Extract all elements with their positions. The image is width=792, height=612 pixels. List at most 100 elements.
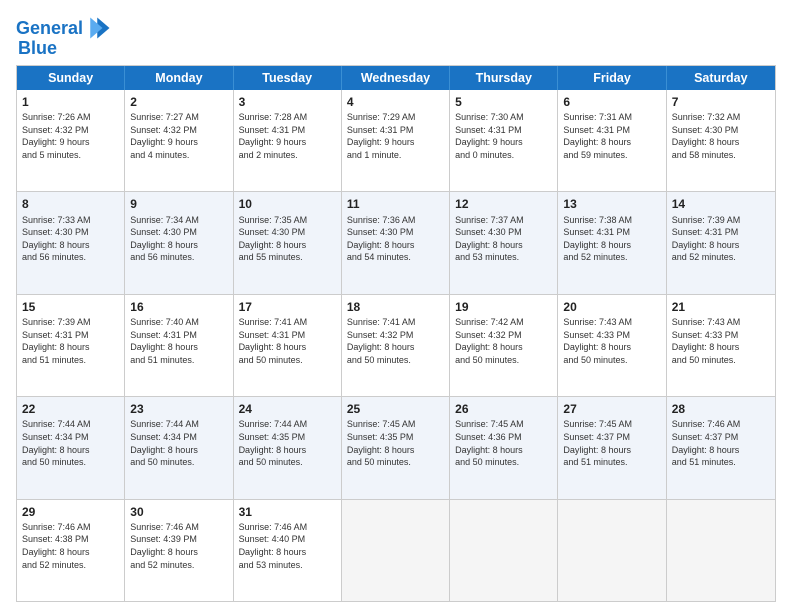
day-number: 20 [563,299,660,315]
calendar-row-2: 8 Sunrise: 7:33 AMSunset: 4:30 PMDaylight… [17,192,775,294]
cell-info: Sunrise: 7:46 AMSunset: 4:40 PMDaylight:… [239,521,336,571]
header-day-wednesday: Wednesday [342,66,450,90]
day-number: 27 [563,401,660,417]
day-number: 17 [239,299,336,315]
day-number: 13 [563,196,660,212]
calendar-cell: 9 Sunrise: 7:34 AMSunset: 4:30 PMDaylight… [125,192,233,293]
calendar-cell [667,500,775,601]
calendar-cell: 30Sunrise: 7:46 AMSunset: 4:39 PMDayligh… [125,500,233,601]
cell-info: Sunrise: 7:40 AMSunset: 4:31 PMDaylight:… [130,316,227,366]
header-day-thursday: Thursday [450,66,558,90]
calendar-cell: 21Sunrise: 7:43 AMSunset: 4:33 PMDayligh… [667,295,775,396]
day-number: 1 [22,94,119,110]
day-number: 3 [239,94,336,110]
calendar-cell: 18Sunrise: 7:41 AMSunset: 4:32 PMDayligh… [342,295,450,396]
cell-info: Sunrise: 7:37 AMSunset: 4:30 PMDaylight:… [455,214,552,264]
calendar-cell: 12 Sunrise: 7:37 AMSunset: 4:30 PMDayligh… [450,192,558,293]
cell-info: Sunrise: 7:33 AMSunset: 4:30 PMDaylight:… [22,214,119,264]
cell-info: Sunrise: 7:38 AMSunset: 4:31 PMDaylight:… [563,214,660,264]
day-number: 31 [239,504,336,520]
day-number: 21 [672,299,770,315]
calendar-cell: 2Sunrise: 7:27 AMSunset: 4:32 PMDaylight… [125,90,233,191]
cell-info: Sunrise: 7:35 AMSunset: 4:30 PMDaylight:… [239,214,336,264]
day-number: 24 [239,401,336,417]
calendar-row-5: 29Sunrise: 7:46 AMSunset: 4:38 PMDayligh… [17,500,775,601]
calendar-cell: 31Sunrise: 7:46 AMSunset: 4:40 PMDayligh… [234,500,342,601]
calendar-body: 1Sunrise: 7:26 AMSunset: 4:32 PMDaylight… [17,90,775,601]
calendar-cell: 15Sunrise: 7:39 AMSunset: 4:31 PMDayligh… [17,295,125,396]
calendar: SundayMondayTuesdayWednesdayThursdayFrid… [16,65,776,602]
cell-info: Sunrise: 7:39 AMSunset: 4:31 PMDaylight:… [22,316,119,366]
cell-info: Sunrise: 7:39 AMSunset: 4:31 PMDaylight:… [672,214,770,264]
header-day-monday: Monday [125,66,233,90]
day-number: 12 [455,196,552,212]
cell-info: Sunrise: 7:30 AMSunset: 4:31 PMDaylight:… [455,111,552,161]
day-number: 4 [347,94,444,110]
cell-info: Sunrise: 7:36 AMSunset: 4:30 PMDaylight:… [347,214,444,264]
calendar-cell: 19Sunrise: 7:42 AMSunset: 4:32 PMDayligh… [450,295,558,396]
cell-info: Sunrise: 7:31 AMSunset: 4:31 PMDaylight:… [563,111,660,161]
calendar-cell: 29Sunrise: 7:46 AMSunset: 4:38 PMDayligh… [17,500,125,601]
cell-info: Sunrise: 7:43 AMSunset: 4:33 PMDaylight:… [672,316,770,366]
calendar-cell: 4Sunrise: 7:29 AMSunset: 4:31 PMDaylight… [342,90,450,191]
calendar-cell: 20Sunrise: 7:43 AMSunset: 4:33 PMDayligh… [558,295,666,396]
logo: General Blue [16,16,113,59]
day-number: 28 [672,401,770,417]
calendar-cell: 25Sunrise: 7:45 AMSunset: 4:35 PMDayligh… [342,397,450,498]
day-number: 2 [130,94,227,110]
day-number: 26 [455,401,552,417]
header-day-sunday: Sunday [17,66,125,90]
calendar-cell: 10 Sunrise: 7:35 AMSunset: 4:30 PMDayligh… [234,192,342,293]
calendar-cell [558,500,666,601]
cell-info: Sunrise: 7:44 AMSunset: 4:34 PMDaylight:… [130,418,227,468]
cell-info: Sunrise: 7:29 AMSunset: 4:31 PMDaylight:… [347,111,444,161]
calendar-cell: 17Sunrise: 7:41 AMSunset: 4:31 PMDayligh… [234,295,342,396]
calendar-row-4: 22Sunrise: 7:44 AMSunset: 4:34 PMDayligh… [17,397,775,499]
calendar-header: SundayMondayTuesdayWednesdayThursdayFrid… [17,66,775,90]
calendar-cell: 11Sunrise: 7:36 AMSunset: 4:30 PMDayligh… [342,192,450,293]
cell-info: Sunrise: 7:45 AMSunset: 4:37 PMDaylight:… [563,418,660,468]
calendar-cell: 6Sunrise: 7:31 AMSunset: 4:31 PMDaylight… [558,90,666,191]
logo-text: General [16,19,83,39]
cell-info: Sunrise: 7:41 AMSunset: 4:32 PMDaylight:… [347,316,444,366]
header-day-tuesday: Tuesday [234,66,342,90]
day-number: 9 [130,196,227,212]
header-day-friday: Friday [558,66,666,90]
cell-info: Sunrise: 7:43 AMSunset: 4:33 PMDaylight:… [563,316,660,366]
calendar-cell: 3Sunrise: 7:28 AMSunset: 4:31 PMDaylight… [234,90,342,191]
cell-info: Sunrise: 7:26 AMSunset: 4:32 PMDaylight:… [22,111,119,161]
cell-info: Sunrise: 7:46 AMSunset: 4:37 PMDaylight:… [672,418,770,468]
day-number: 8 [22,196,119,212]
calendar-cell: 22Sunrise: 7:44 AMSunset: 4:34 PMDayligh… [17,397,125,498]
calendar-cell: 16Sunrise: 7:40 AMSunset: 4:31 PMDayligh… [125,295,233,396]
day-number: 10 [239,196,336,212]
cell-info: Sunrise: 7:28 AMSunset: 4:31 PMDaylight:… [239,111,336,161]
cell-info: Sunrise: 7:46 AMSunset: 4:39 PMDaylight:… [130,521,227,571]
calendar-cell: 1Sunrise: 7:26 AMSunset: 4:32 PMDaylight… [17,90,125,191]
day-number: 18 [347,299,444,315]
calendar-cell: 24Sunrise: 7:44 AMSunset: 4:35 PMDayligh… [234,397,342,498]
calendar-cell: 26Sunrise: 7:45 AMSunset: 4:36 PMDayligh… [450,397,558,498]
calendar-cell: 7Sunrise: 7:32 AMSunset: 4:30 PMDaylight… [667,90,775,191]
calendar-cell [342,500,450,601]
day-number: 15 [22,299,119,315]
calendar-cell [450,500,558,601]
calendar-cell: 8 Sunrise: 7:33 AMSunset: 4:30 PMDaylight… [17,192,125,293]
cell-info: Sunrise: 7:44 AMSunset: 4:35 PMDaylight:… [239,418,336,468]
cell-info: Sunrise: 7:34 AMSunset: 4:30 PMDaylight:… [130,214,227,264]
day-number: 23 [130,401,227,417]
day-number: 7 [672,94,770,110]
calendar-cell: 13 Sunrise: 7:38 AMSunset: 4:31 PMDayligh… [558,192,666,293]
day-number: 25 [347,401,444,417]
calendar-cell: 5Sunrise: 7:30 AMSunset: 4:31 PMDaylight… [450,90,558,191]
day-number: 6 [563,94,660,110]
cell-info: Sunrise: 7:45 AMSunset: 4:36 PMDaylight:… [455,418,552,468]
day-number: 30 [130,504,227,520]
day-number: 5 [455,94,552,110]
calendar-cell: 28Sunrise: 7:46 AMSunset: 4:37 PMDayligh… [667,397,775,498]
calendar-cell: 14 Sunrise: 7:39 AMSunset: 4:31 PMDayligh… [667,192,775,293]
header: General Blue [16,12,776,59]
day-number: 14 [672,196,770,212]
calendar-row-3: 15Sunrise: 7:39 AMSunset: 4:31 PMDayligh… [17,295,775,397]
calendar-cell: 23Sunrise: 7:44 AMSunset: 4:34 PMDayligh… [125,397,233,498]
